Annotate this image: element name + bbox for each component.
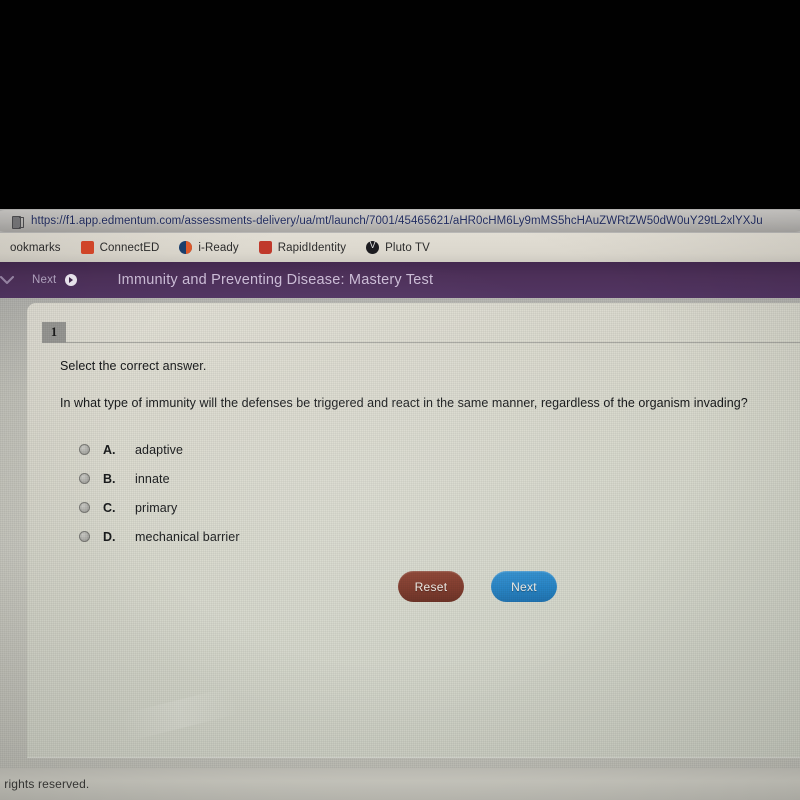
bookmark-item-connected[interactable]: ConnectED (71, 241, 170, 254)
radio-button-icon[interactable] (79, 473, 90, 484)
bookmarks-bar: ookmarks ConnectED i-Ready RapidIdentity… (0, 233, 800, 262)
question-stem: In what type of immunity will the defens… (60, 396, 748, 410)
radio-button-icon[interactable] (79, 531, 90, 542)
option-letter: C. (103, 500, 116, 515)
screenshot-root: https://f1.app.edmentum.com/assessments-… (0, 0, 800, 800)
action-buttons: Reset Next (398, 571, 557, 602)
answer-option-c[interactable]: C. primary (79, 493, 240, 522)
option-text: mechanical barrier (135, 529, 240, 544)
bookmark-label: RapidIdentity (277, 241, 347, 254)
option-text: primary (135, 500, 178, 515)
connected-icon (80, 241, 94, 254)
option-text: innate (135, 471, 170, 486)
option-letter: D. (103, 529, 116, 544)
chevron-down-icon[interactable] (0, 262, 20, 298)
iready-icon (179, 241, 193, 254)
screen-bezel-top (0, 0, 800, 209)
address-bar-url: https://f1.app.edmentum.com/assessments-… (31, 215, 763, 227)
rapididentity-icon (258, 241, 272, 254)
bookmark-label: Pluto TV (385, 241, 430, 254)
page-title: Immunity and Preventing Disease: Mastery… (117, 272, 434, 288)
question-instruction: Select the correct answer. (60, 359, 207, 373)
arrow-right-circle-icon[interactable] (65, 274, 78, 286)
question-number-badge: 1 (42, 322, 66, 343)
copyright-text: l rights reserved. (0, 777, 90, 791)
pluto-tv-icon (366, 240, 380, 254)
answer-option-d[interactable]: D. mechanical barrier (79, 522, 240, 551)
browser-address-bar: https://f1.app.edmentum.com/assessments-… (0, 209, 800, 233)
bookmark-item-pluto-tv[interactable]: Pluto TV (356, 240, 440, 254)
bookmark-item-rapididentity[interactable]: RapidIdentity (249, 241, 356, 254)
radio-button-icon[interactable] (79, 502, 90, 513)
header-next-label[interactable]: Next (32, 274, 56, 286)
bookmark-item-bookmarks[interactable]: ookmarks (0, 242, 71, 254)
bookmark-label: ConnectED (99, 241, 160, 254)
option-letter: A. (103, 442, 116, 457)
question-card: 1 Select the correct answer. In what typ… (27, 303, 800, 758)
document-icon (12, 215, 24, 229)
bookmark-item-iready[interactable]: i-Ready (169, 241, 248, 254)
bookmark-label: ookmarks (10, 241, 61, 254)
answer-options-list: A. adaptive B. innate C. primary D. mech… (79, 435, 240, 551)
footer-bar: l rights reserved. (0, 768, 800, 800)
answer-option-a[interactable]: A. adaptive (79, 435, 240, 464)
address-bar-field[interactable]: https://f1.app.edmentum.com/assessments-… (0, 210, 800, 232)
bookmark-label: i-Ready (198, 241, 239, 254)
app-header: Next Immunity and Preventing Disease: Ma… (0, 262, 800, 298)
option-letter: B. (103, 471, 116, 486)
next-button[interactable]: Next (491, 571, 557, 602)
question-divider (66, 342, 800, 343)
reset-button[interactable]: Reset (398, 571, 464, 602)
radio-button-icon[interactable] (79, 444, 90, 455)
option-text: adaptive (135, 442, 184, 457)
answer-option-b[interactable]: B. innate (79, 464, 240, 493)
